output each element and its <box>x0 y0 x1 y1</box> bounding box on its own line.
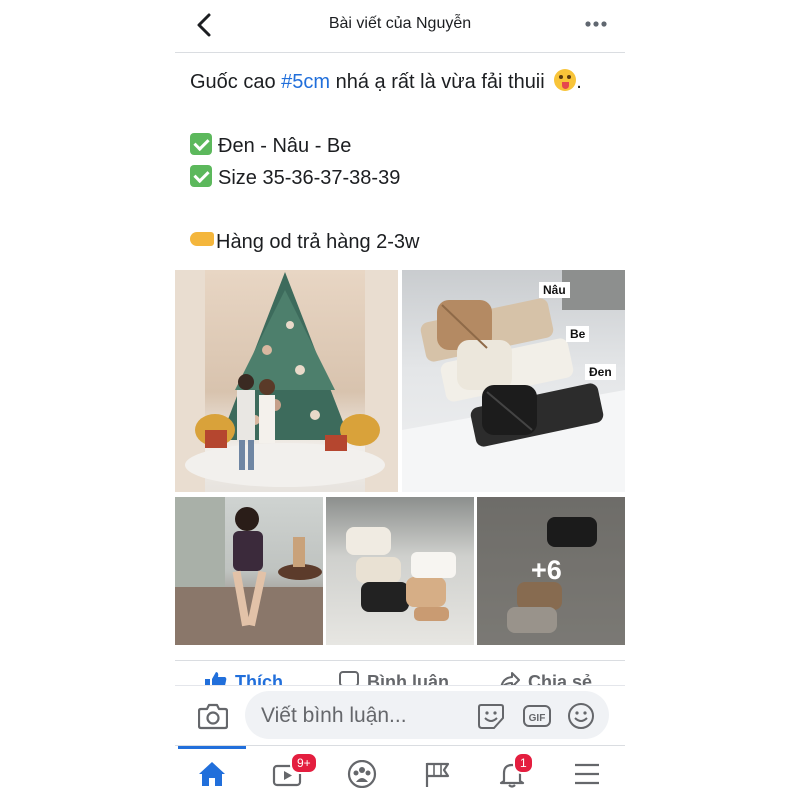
notifications-badge: 1 <box>513 752 534 774</box>
photo-woman-cafe[interactable] <box>175 497 323 645</box>
post-text-segment: nhá ạ rất là vừa fải thuii <box>330 71 545 93</box>
svg-text:GIF: GIF <box>529 713 546 724</box>
flag-icon <box>425 762 450 787</box>
shoe-label-brown: Nâu <box>539 282 570 298</box>
page-title: Bài viết của Nguyễn <box>328 15 472 32</box>
photo-braided-sandals-colors[interactable]: Nâu Be Đen <box>402 270 625 492</box>
gif-icon: GIF <box>523 705 551 727</box>
post-line-1: Guốc cao #5cm nhá ạ rất là vừa fải thuii… <box>190 69 582 93</box>
post-text-segment: Guốc cao <box>190 71 282 93</box>
sizes-text: Size 35-36-37-38-39 <box>218 167 401 189</box>
photo-sandals-more[interactable]: +6 <box>477 497 625 645</box>
check-mark-icon <box>190 165 212 187</box>
post-text: Guốc cao #5cm nhá ạ rất là vừa fải thuii… <box>190 66 615 258</box>
home-icon <box>199 762 225 786</box>
camera-button[interactable] <box>197 702 229 730</box>
photo-christmas-tree-couple[interactable] <box>175 270 398 492</box>
tongue-face-emoji-icon <box>554 69 577 91</box>
sandals-group-photo-art <box>346 527 456 621</box>
shoe-label-black: Đen <box>585 364 616 380</box>
nav-menu[interactable] <box>550 746 625 800</box>
photo-sandals-group[interactable] <box>326 497 474 645</box>
nav-watch[interactable]: 9+ <box>250 746 325 800</box>
more-dots-icon <box>585 21 607 27</box>
post-line-shipping: Hàng od trả hàng 2-3w <box>190 226 615 258</box>
emoji-button[interactable] <box>567 702 595 730</box>
groups-icon <box>347 760 377 788</box>
shoe-label-beige: Be <box>566 326 590 342</box>
woman-photo-art <box>175 497 323 645</box>
colors-text: Đen - Nâu - Be <box>218 135 352 157</box>
sticker-icon <box>478 704 504 729</box>
sticker-button[interactable] <box>477 702 505 730</box>
more-photos-count: +6 <box>531 555 562 585</box>
camera-icon <box>197 703 229 730</box>
check-mark-icon <box>190 133 212 155</box>
more-options-button[interactable] <box>585 17 607 31</box>
nav-pages[interactable] <box>400 746 475 800</box>
nav-home[interactable] <box>175 746 250 800</box>
bottom-nav: 9+ 1 <box>175 745 625 800</box>
comment-input-box[interactable]: GIF <box>245 691 609 739</box>
post-line-colors: Đen - Nâu - Be <box>190 130 615 162</box>
header-bar: Bài viết của Nguyễn <box>175 0 625 53</box>
comment-composer: GIF <box>175 685 625 746</box>
watch-badge: 9+ <box>290 752 318 774</box>
post-line-sizes: Size 35-36-37-38-39 <box>190 162 615 194</box>
comment-input[interactable] <box>259 699 463 733</box>
nav-groups[interactable] <box>325 746 400 800</box>
sandals-photo-art <box>402 270 625 492</box>
shipping-text: Hàng od trả hàng 2-3w <box>216 231 420 253</box>
hashtag-link[interactable]: #5cm <box>281 71 330 93</box>
gif-button[interactable]: GIF <box>523 702 551 730</box>
post-screen: Bài viết của Nguyễn Guốc cao #5cm nhá ạ … <box>175 0 625 800</box>
christmas-tree-photo-art <box>175 270 398 492</box>
nav-notifications[interactable]: 1 <box>475 746 550 800</box>
active-tab-indicator <box>178 746 246 749</box>
hamburger-menu-icon <box>575 763 599 785</box>
pointing-hand-icon <box>190 232 214 246</box>
smiley-icon <box>568 703 594 729</box>
